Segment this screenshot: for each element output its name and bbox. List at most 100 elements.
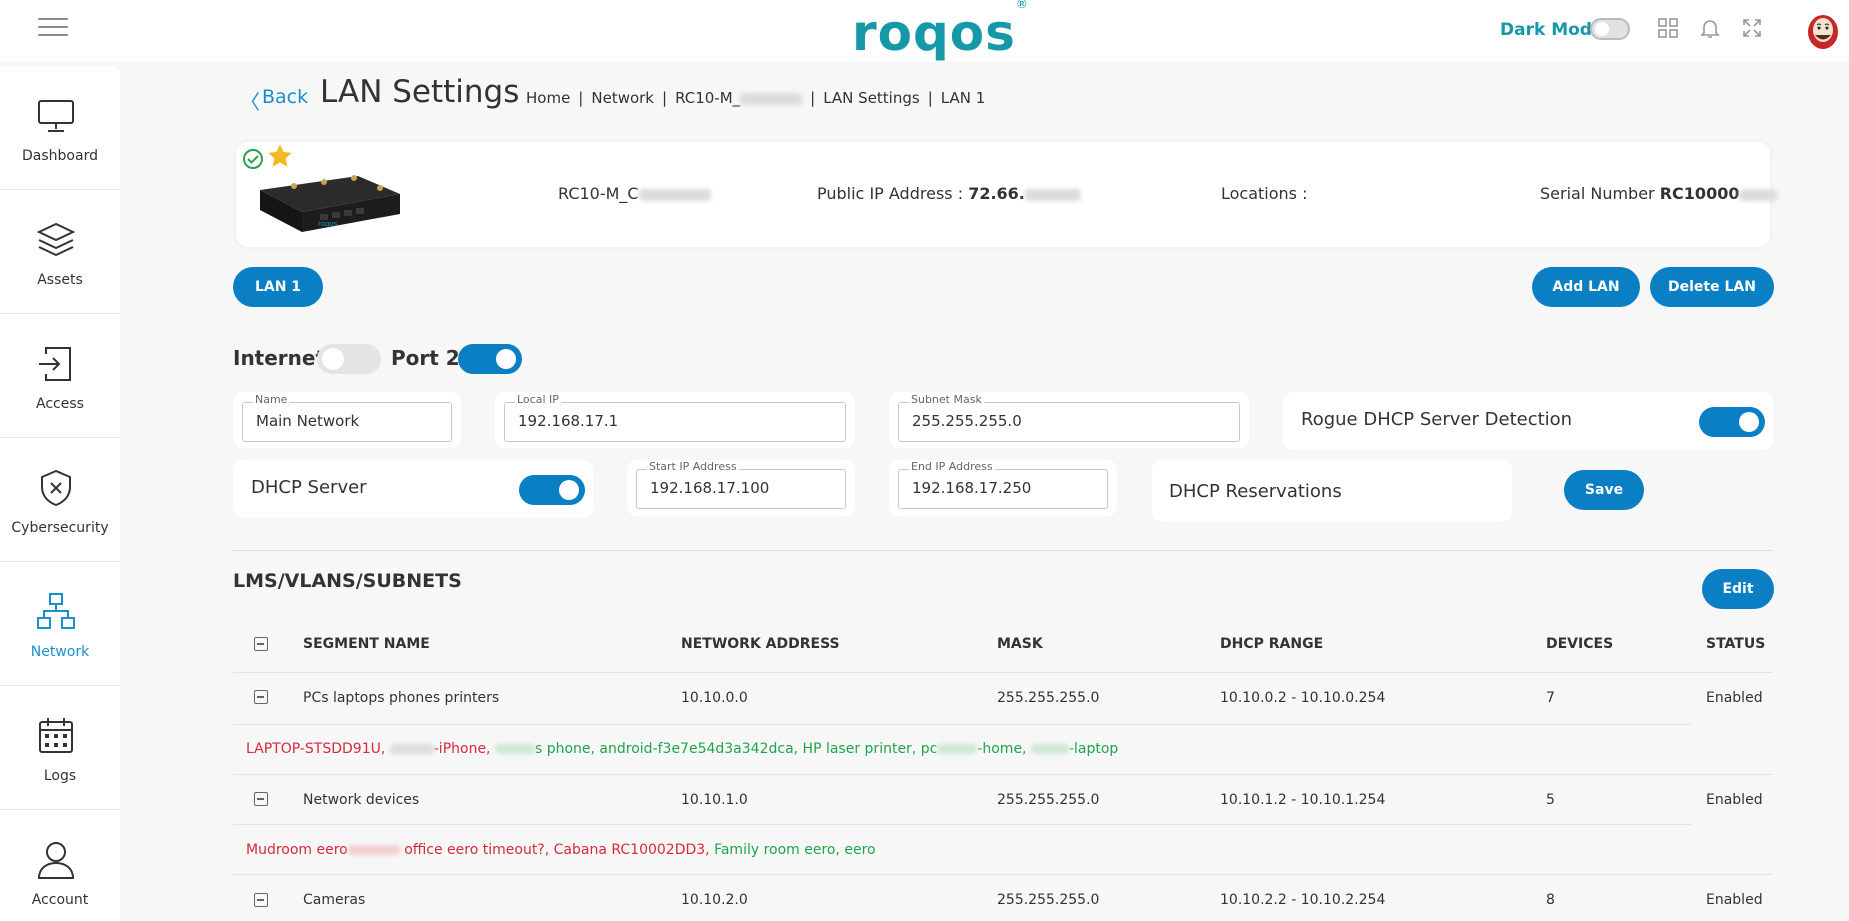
end-ip-field[interactable]: End IP Address 192.168.17.250 bbox=[898, 460, 1108, 509]
fullscreen-icon[interactable] bbox=[1740, 16, 1764, 40]
local-ip-field[interactable]: Local IP 192.168.17.1 bbox=[504, 393, 846, 442]
end-ip-label: End IP Address bbox=[909, 460, 995, 473]
col-mask: MASK bbox=[997, 636, 1043, 652]
dhcp-server-toggle[interactable] bbox=[519, 475, 585, 505]
row-divider bbox=[233, 824, 1691, 825]
subnet-box: Subnet Mask 255.255.255.0 bbox=[889, 392, 1249, 448]
sidebar-item-dashboard[interactable]: Dashboard bbox=[0, 66, 120, 190]
sidebar-item-label: Dashboard bbox=[22, 148, 98, 164]
page-title: LAN Settings bbox=[320, 74, 520, 110]
row-divider bbox=[233, 874, 1773, 875]
grid-icon[interactable] bbox=[1656, 16, 1680, 40]
breadcrumb: Home | Network | RC10-M_ | LAN Settings | LAN 1 bbox=[526, 89, 986, 107]
network-address: 10.10.0.0 bbox=[681, 690, 748, 706]
breadcrumb-home[interactable]: Home bbox=[526, 89, 570, 107]
start-ip-value: 192.168.17.100 bbox=[650, 479, 770, 497]
row-divider bbox=[233, 724, 1691, 725]
sidebar-item-account[interactable]: Account bbox=[0, 810, 120, 921]
row-divider bbox=[233, 672, 1773, 673]
device-item: -iPhone, bbox=[433, 741, 495, 757]
sidebar-item-label: Access bbox=[36, 396, 84, 412]
sidebar-item-cybersecurity[interactable]: Cybersecurity bbox=[0, 438, 120, 562]
end-ip-box: End IP Address 192.168.17.250 bbox=[889, 460, 1117, 516]
subnet-mask-field[interactable]: Subnet Mask 255.255.255.0 bbox=[898, 393, 1240, 442]
row-divider bbox=[233, 774, 1773, 775]
row-checkbox[interactable] bbox=[254, 893, 268, 907]
login-icon bbox=[39, 347, 71, 381]
bell-icon[interactable] bbox=[1698, 16, 1722, 40]
row-checkbox[interactable] bbox=[254, 690, 268, 704]
dhcp-server-box: DHCP Server bbox=[233, 460, 593, 518]
port-label: Port 2 bbox=[391, 346, 460, 370]
segments-title: LMS/VLANS/SUBNETS bbox=[233, 570, 462, 592]
start-ip-box: Start IP Address 192.168.17.100 bbox=[627, 460, 855, 516]
devices-count: 7 bbox=[1546, 690, 1555, 706]
save-button[interactable]: Save bbox=[1564, 470, 1644, 510]
menu-icon[interactable] bbox=[38, 18, 68, 40]
sidebar-item-access[interactable]: Access bbox=[0, 314, 120, 438]
internet-label: Internet bbox=[233, 346, 326, 370]
back-link[interactable]: Back bbox=[262, 86, 308, 108]
dhcp-reservations-box[interactable]: DHCP Reservations bbox=[1152, 460, 1512, 522]
select-all-checkbox[interactable] bbox=[254, 637, 268, 651]
local-ip-label: Local IP bbox=[515, 393, 561, 406]
devices-count: 5 bbox=[1546, 792, 1555, 808]
status: Enabled bbox=[1706, 892, 1763, 908]
end-ip-value: 192.168.17.250 bbox=[912, 479, 1032, 497]
top-bar: roqos® Dark Mode bbox=[0, 0, 1849, 62]
shield-x-icon bbox=[41, 469, 71, 507]
layers-icon bbox=[36, 222, 76, 257]
add-lan-button[interactable]: Add LAN bbox=[1532, 267, 1640, 307]
device-card: roqos RC10-M_C Public IP Address : 72.66… bbox=[236, 142, 1778, 247]
avatar[interactable] bbox=[1806, 10, 1840, 50]
chevron-left-icon[interactable]: 〈 bbox=[240, 86, 260, 115]
sidebar-item-assets[interactable]: Assets bbox=[0, 190, 120, 314]
sidebar-item-label: Logs bbox=[43, 768, 77, 784]
sidebar-item-label: Account bbox=[31, 892, 89, 908]
edit-button[interactable]: Edit bbox=[1702, 569, 1774, 609]
dhcp-reservations-label: DHCP Reservations bbox=[1169, 481, 1342, 502]
name-value: Main Network bbox=[256, 412, 360, 430]
device-item: -laptop bbox=[1068, 741, 1119, 757]
start-ip-field[interactable]: Start IP Address 192.168.17.100 bbox=[636, 460, 846, 509]
sidebar-item-label: Assets bbox=[37, 272, 83, 288]
network-address: 10.10.1.0 bbox=[681, 792, 748, 808]
serial-number: Serial Number RC10000 bbox=[1540, 184, 1778, 203]
breadcrumb-network[interactable]: Network bbox=[591, 89, 654, 107]
status: Enabled bbox=[1706, 792, 1763, 808]
mask: 255.255.255.0 bbox=[997, 792, 1100, 808]
rogue-dhcp-toggle[interactable] bbox=[1699, 407, 1765, 437]
breadcrumb-lan: LAN 1 bbox=[940, 89, 986, 107]
breadcrumb-device[interactable]: RC10-M_ bbox=[675, 89, 740, 107]
rogue-dhcp-label: Rogue DHCP Server Detection bbox=[1301, 409, 1573, 430]
col-devices: DEVICES bbox=[1546, 636, 1614, 652]
calendar-icon bbox=[39, 718, 73, 753]
device-item: Mudroom eero bbox=[246, 842, 348, 858]
port-2-toggle[interactable] bbox=[458, 344, 522, 374]
dhcp-server-label: DHCP Server bbox=[251, 477, 367, 498]
device-item: Family room eero, eero bbox=[714, 842, 876, 858]
local-ip-box: Local IP 192.168.17.1 bbox=[495, 392, 855, 448]
row-checkbox[interactable] bbox=[254, 792, 268, 806]
internet-toggle[interactable] bbox=[317, 344, 381, 374]
name-field[interactable]: Name Main Network bbox=[242, 393, 452, 442]
delete-lan-button[interactable]: Delete LAN bbox=[1650, 267, 1774, 307]
redacted bbox=[740, 92, 803, 105]
sidebar-item-network[interactable]: Network bbox=[0, 562, 120, 686]
device-item: s phone, android-f3e7e54d3a342dca, HP la… bbox=[534, 741, 938, 757]
mask: 255.255.255.0 bbox=[997, 892, 1100, 908]
segment-name: Network devices bbox=[303, 792, 420, 808]
dark-mode-toggle[interactable] bbox=[1590, 18, 1630, 40]
breadcrumb-lan-settings[interactable]: LAN Settings bbox=[823, 89, 919, 107]
locations: Locations : bbox=[1221, 184, 1308, 203]
start-ip-label: Start IP Address bbox=[647, 460, 739, 473]
col-dhcp-range: DHCP RANGE bbox=[1220, 636, 1324, 652]
star-icon[interactable] bbox=[266, 142, 294, 170]
logo-mark: ® bbox=[1015, 0, 1029, 12]
sidebar-item-logs[interactable]: Logs bbox=[0, 686, 120, 810]
subnet-mask-label: Subnet Mask bbox=[909, 393, 984, 406]
network-icon bbox=[37, 593, 75, 629]
device-name: RC10-M_C bbox=[558, 184, 711, 203]
lan-1-tab[interactable]: LAN 1 bbox=[233, 267, 323, 307]
monitor-icon bbox=[38, 100, 74, 132]
